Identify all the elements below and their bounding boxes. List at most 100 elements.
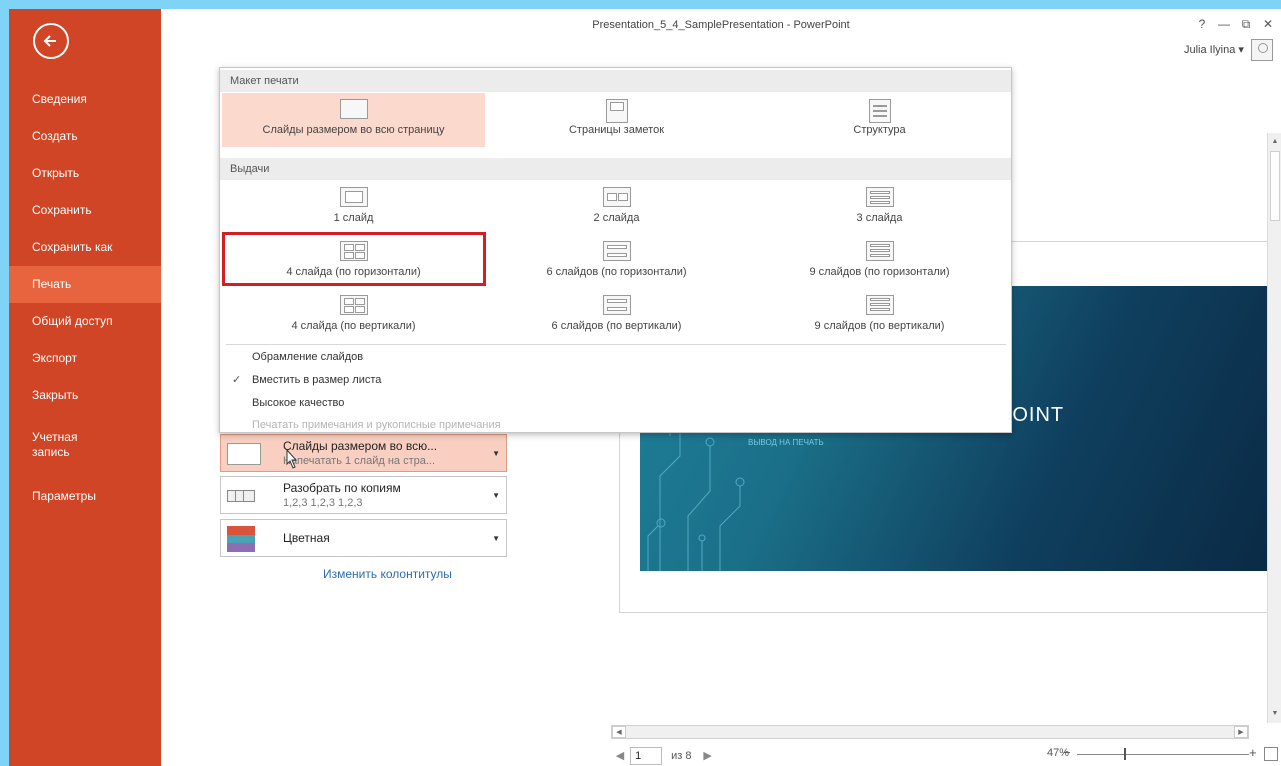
nav-save[interactable]: Сохранить [9,192,161,229]
cursor-icon [286,449,298,469]
nav-account[interactable]: Учетная запись [9,420,161,478]
zoom-slider-thumb[interactable] [1124,748,1126,760]
restore-button[interactable]: ⧉ [1235,17,1257,32]
option-label: 4 слайда (по вертикали) [291,320,416,332]
toggle-scale-to-fit[interactable]: ✓ Вместить в размер листа [220,369,1011,392]
user-account[interactable]: Julia Ilyina ▾ [1184,39,1273,61]
option-handout-9-vertical[interactable]: 9 слайдов (по вертикали) [748,289,1011,343]
color-swatch-icon [227,526,255,552]
back-arrow-icon [43,35,56,47]
option-notes-pages[interactable]: Страницы заметок [485,93,748,147]
fit-to-window-icon[interactable] [1264,747,1278,761]
handout-4-vertical-icon [339,295,368,315]
section-print-layout: Макет печати [220,70,1011,92]
chevron-down-icon: ▼ [492,449,500,458]
handout-6-vertical-icon [602,295,631,315]
collate-button[interactable]: Разобрать по копиям 1,2,3 1,2,3 1,2,3 ▼ [220,476,507,514]
print-layout-button[interactable]: Слайды размером во всю... Напечатать 1 с… [220,434,507,472]
close-button[interactable]: ✕ [1257,17,1279,31]
powerpoint-window: Сведения Создать Открыть Сохранить Сохра… [9,9,1281,766]
full-page-slide-icon [339,99,368,119]
section-handouts: Выдачи [220,158,1011,180]
vertical-scrollbar[interactable]: ▲ ▼ [1267,133,1281,723]
help-button[interactable]: ? [1191,17,1213,31]
option-label: Страницы заметок [568,124,665,136]
edit-header-footer-link[interactable]: Изменить колонтитулы [323,567,452,581]
toggle-high-quality[interactable]: Высокое качество [220,392,1011,415]
toggle-label: Вместить в размер листа [252,374,382,386]
zoom-in-icon[interactable]: + [1249,745,1257,760]
nav-close[interactable]: Закрыть [9,377,161,414]
toggle-frame-slides[interactable]: Обрамление слайдов [220,346,1011,369]
scroll-up-icon[interactable]: ▲ [1268,135,1281,149]
option-label: 6 слайдов (по горизонтали) [546,266,687,278]
scroll-down-icon[interactable]: ▼ [1268,707,1281,721]
handout-6-horizontal-icon [602,241,631,261]
option-handout-4-vertical[interactable]: 4 слайда (по вертикали) [222,289,485,343]
nav-new[interactable]: Создать [9,118,161,155]
annotation-highlight-box [222,232,486,286]
toggle-label: Печатать примечания и рукописные примеча… [252,419,501,431]
option-label: Структура [853,124,906,136]
notes-page-icon [605,99,628,123]
handout-9-vertical-icon [865,295,894,315]
collate-icon [227,487,263,505]
dropdown-arrow-icon: ▾ [1238,43,1244,56]
page-count: из 8 [671,749,692,762]
collate-title: Разобрать по копиям [283,481,401,495]
user-name: Julia Ilyina [1183,43,1236,56]
handout-2-slides-icon [602,187,631,207]
nav-info[interactable]: Сведения [9,81,161,118]
nav-share[interactable]: Общий доступ [9,303,161,340]
scroll-thumb[interactable] [1270,151,1280,221]
option-label: 2 слайда [593,212,640,224]
backstage-sidebar: Сведения Создать Открыть Сохранить Сохра… [9,9,161,766]
option-handout-1[interactable]: 1 слайд [222,181,485,235]
option-handout-6-vertical[interactable]: 6 слайдов (по вертикали) [485,289,748,343]
option-handout-3[interactable]: 3 слайда [748,181,1011,235]
scroll-left-icon[interactable]: ◀ [612,726,626,738]
outline-icon [868,99,891,123]
nav-export[interactable]: Экспорт [9,340,161,377]
collate-subtitle: 1,2,3 1,2,3 1,2,3 [283,497,363,509]
slide-thumbnail-icon [227,443,261,465]
prev-page-icon[interactable]: ◀ [613,749,627,762]
toggle-label: Высокое качество [252,397,345,409]
nav-open[interactable]: Открыть [9,155,161,192]
zoom-slider[interactable] [1077,754,1249,755]
horizontal-scrollbar[interactable]: ◀ ▶ [611,725,1249,739]
window-controls: ? — ⧉ ✕ [1191,17,1279,32]
print-layout-subtitle: Напечатать 1 слайд на стра... [283,455,436,467]
option-label: 1 слайд [333,212,374,224]
nav-options[interactable]: Параметры [9,478,161,515]
next-page-icon[interactable]: ▶ [701,749,715,762]
print-layout-title: Слайды размером во всю... [283,439,438,453]
handout-3-slides-icon [865,187,894,207]
scroll-right-icon[interactable]: ▶ [1234,726,1248,738]
option-full-page-slides[interactable]: Слайды размером во всю страницу [222,93,485,147]
option-label: 6 слайдов (по вертикали) [551,320,682,332]
nav-print[interactable]: Печать [9,266,161,303]
nav-account-line2: запись [32,445,70,459]
color-button[interactable]: Цветная ▼ [220,519,507,557]
page-number-input[interactable]: 1 [630,747,663,765]
option-outline[interactable]: Структура [748,93,1011,147]
page-navigator: ◀ 1 из 8 ▶ [613,747,715,765]
option-label: Слайды размером во всю страницу [262,124,445,136]
option-handout-9-horizontal[interactable]: 9 слайдов (по горизонтали) [748,235,1011,289]
user-avatar-icon [1251,39,1273,61]
back-button[interactable] [33,23,69,59]
title-bar: Presentation_5_4_SamplePresentation - Po… [161,9,1281,61]
minimize-button[interactable]: — [1213,17,1235,31]
zoom-out-icon[interactable]: − [1063,745,1071,760]
slide-subtitle: ВЫВОД НА ПЕЧАТЬ [748,438,824,447]
handout-9-horizontal-icon [865,241,894,261]
checkmark-icon: ✓ [232,374,242,386]
nav-save-as[interactable]: Сохранить как [9,229,161,266]
option-handout-2[interactable]: 2 слайда [485,181,748,235]
menu-divider [226,344,1006,345]
option-label: 9 слайдов (по горизонтали) [809,266,950,278]
option-label: 3 слайда [856,212,903,224]
color-title: Цветная [283,531,330,545]
option-handout-6-horizontal[interactable]: 6 слайдов (по горизонтали) [485,235,748,289]
